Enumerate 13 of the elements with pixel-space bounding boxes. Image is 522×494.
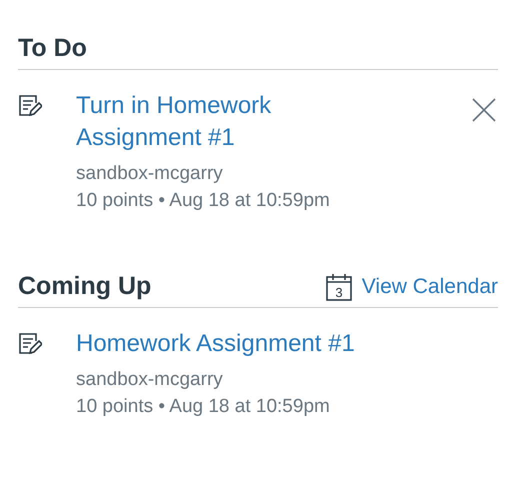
due-info: 10 points • Aug 18 at 10:59pm: [76, 189, 331, 213]
due-info: 10 points • Aug 18 at 10:59pm: [76, 395, 331, 419]
course-name: sandbox-mcgarry: [76, 368, 224, 392]
view-calendar-link[interactable]: View Calendar: [362, 274, 498, 298]
assignment-link[interactable]: Turn in Homework Assignment #1: [76, 90, 362, 154]
section-title: Coming Up: [18, 272, 152, 301]
calendar-icon: 3: [326, 272, 352, 300]
assignment-icon: [18, 94, 42, 118]
assignment-link[interactable]: Homework Assignment #1: [76, 328, 362, 360]
section-title: To Do: [18, 34, 87, 63]
close-button[interactable]: [470, 96, 498, 124]
course-name: sandbox-mcgarry: [76, 162, 224, 186]
assignment-icon: [18, 332, 42, 356]
